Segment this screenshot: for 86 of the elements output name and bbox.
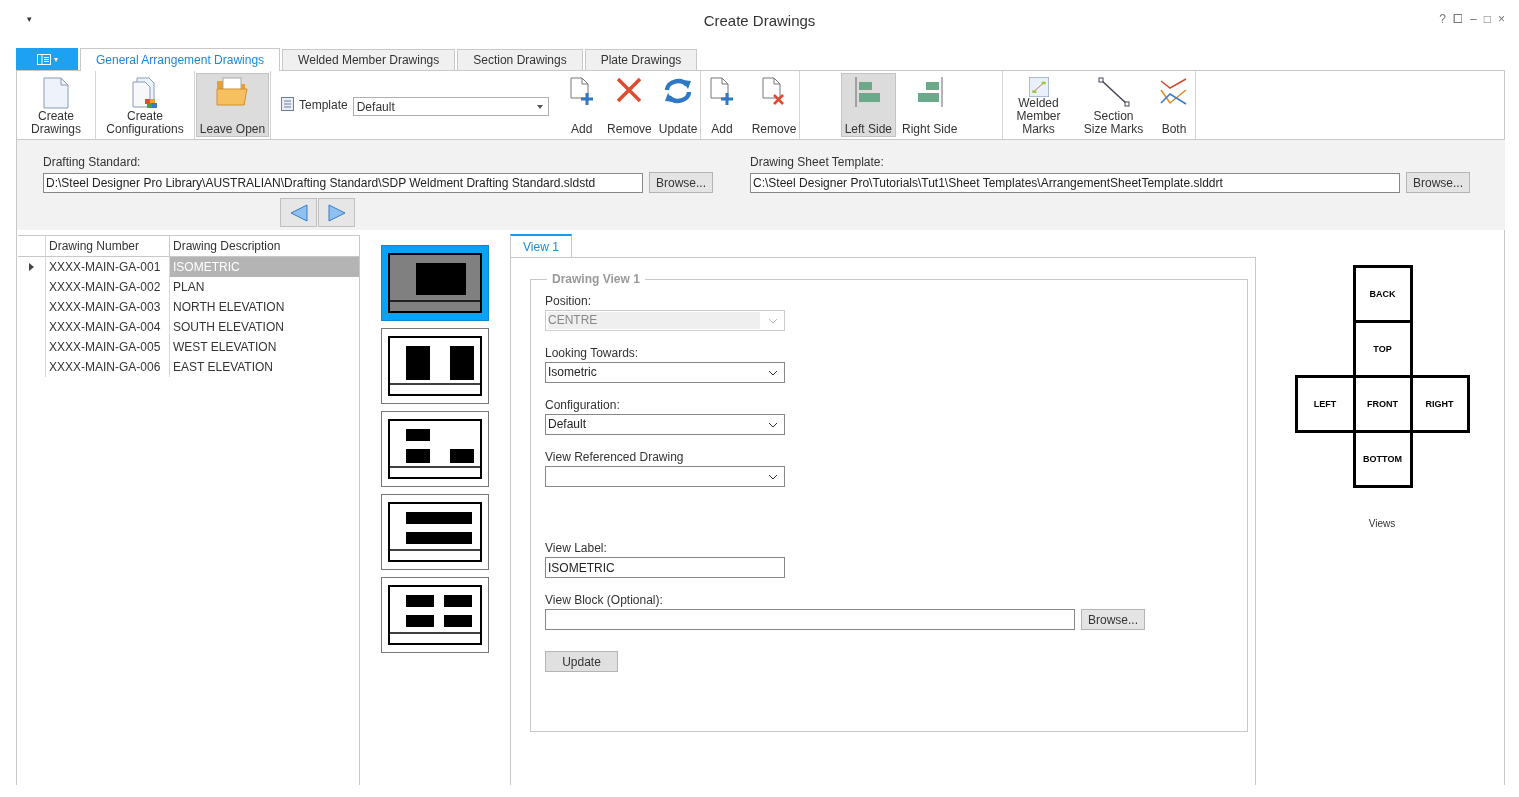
ribbon-button[interactable]: Right Side bbox=[898, 73, 962, 137]
table-cell[interactable]: SOUTH ELEVATION bbox=[170, 317, 359, 337]
layout-option[interactable] bbox=[381, 411, 489, 487]
diagonal-line-icon bbox=[1097, 77, 1130, 107]
ribbon-tab[interactable]: Welded Member Drawings bbox=[282, 49, 456, 70]
field-label: Drawing Sheet Template: bbox=[750, 155, 885, 169]
table-cell[interactable]: XXXX-MAIN-GA-005 bbox=[46, 337, 170, 357]
ribbon-button[interactable]: Add bbox=[701, 73, 743, 137]
previous-button[interactable] bbox=[280, 198, 317, 227]
view-block-field[interactable] bbox=[545, 609, 1075, 630]
layout-option[interactable] bbox=[381, 328, 489, 404]
ribbon-button[interactable]: Both bbox=[1153, 73, 1195, 137]
window-control[interactable]: ? bbox=[1439, 12, 1447, 26]
align-left-icon bbox=[855, 77, 882, 107]
align-right-icon bbox=[916, 77, 943, 107]
add-document-icon bbox=[710, 77, 734, 107]
ribbon-button[interactable]: Update bbox=[656, 73, 700, 137]
template-icon bbox=[281, 97, 294, 111]
view-face: LEFT bbox=[1294, 374, 1356, 433]
layout-option[interactable] bbox=[381, 577, 489, 653]
window-title: Create Drawings bbox=[703, 12, 816, 29]
next-button[interactable] bbox=[318, 198, 355, 227]
chevron-down-icon bbox=[768, 473, 778, 480]
table-cell[interactable]: XXXX-MAIN-GA-002 bbox=[46, 277, 170, 297]
table-cell[interactable]: PLAN bbox=[170, 277, 359, 297]
update-button[interactable]: Update bbox=[545, 651, 618, 672]
browse-button[interactable]: Browse... bbox=[649, 172, 713, 193]
window-control[interactable]: – bbox=[1470, 12, 1477, 26]
cross-icon bbox=[616, 77, 643, 103]
layout-option[interactable] bbox=[381, 245, 489, 321]
field-label: View Referenced Drawing bbox=[545, 450, 685, 464]
template-dropdown[interactable]: Default bbox=[352, 97, 549, 116]
dropdown[interactable]: Isometric bbox=[545, 362, 785, 383]
window-control[interactable]: × bbox=[1498, 12, 1505, 26]
chevron-down-icon bbox=[768, 421, 778, 428]
table-cell[interactable]: NORTH ELEVATION bbox=[170, 297, 359, 317]
dropdown[interactable]: Default bbox=[545, 414, 785, 435]
column-header[interactable]: Drawing Number bbox=[46, 236, 170, 256]
quick-access-caret[interactable]: ▾ bbox=[27, 14, 32, 24]
field-label: View Block (Optional): bbox=[545, 593, 664, 607]
ribbon-tab[interactable]: Section Drawings bbox=[457, 49, 583, 70]
template-label: Template bbox=[299, 97, 348, 113]
table-cell[interactable]: XXXX-MAIN-GA-003 bbox=[46, 297, 170, 317]
right-arrow-icon bbox=[326, 203, 347, 222]
view-face: BACK bbox=[1352, 264, 1413, 323]
layout-option[interactable] bbox=[381, 494, 489, 570]
table-cell[interactable]: XXXX-MAIN-GA-006 bbox=[46, 357, 170, 377]
field-label: Configuration: bbox=[545, 398, 621, 412]
left-arrow-icon bbox=[288, 203, 309, 222]
ribbon-button[interactable]: Section Size Marks bbox=[1078, 73, 1149, 137]
ribbon-button[interactable]: Create Configurations bbox=[101, 73, 189, 137]
ribbon-button[interactable]: Remove bbox=[604, 73, 655, 137]
browse-button[interactable]: Browse... bbox=[1406, 172, 1471, 193]
add-document-icon bbox=[569, 77, 594, 107]
chevron-down-icon bbox=[768, 317, 778, 324]
path-field[interactable]: C:\Steel Designer Pro\Tutorials\Tut1\Sheet Templates\ArrangementSheetTemplate.slddrt bbox=[750, 172, 1400, 193]
ribbon-button[interactable]: Add bbox=[560, 73, 603, 137]
table-cell[interactable]: EAST ELEVATION bbox=[170, 357, 359, 377]
ribbon-button[interactable]: Remove bbox=[749, 73, 799, 137]
ribbon-tab[interactable]: Plate Drawings bbox=[584, 49, 698, 70]
table-cell[interactable]: WEST ELEVATION bbox=[170, 337, 359, 357]
browse-button[interactable]: Browse... bbox=[1081, 609, 1145, 630]
field-label: Position: bbox=[545, 294, 593, 308]
path-field[interactable]: D:\Steel Designer Pro Library\AUSTRALIAN\Drafting Standard\SDP Weldment Drafting Standard.sldstd bbox=[43, 172, 643, 193]
group-title: Drawing View 1 bbox=[551, 272, 641, 286]
field-label: Looking Towards: bbox=[545, 346, 640, 360]
folder-icon bbox=[216, 77, 249, 107]
chevron-down-icon bbox=[768, 369, 778, 376]
remove-document-icon bbox=[762, 77, 786, 107]
panel-icon bbox=[36, 53, 51, 65]
field-label: Drafting Standard: bbox=[43, 155, 142, 169]
window-control[interactable]: □ bbox=[1483, 12, 1491, 26]
table-cell[interactable]: XXXX-MAIN-GA-004 bbox=[46, 317, 170, 337]
window-control[interactable]: ⧠ bbox=[1453, 12, 1464, 26]
ribbon-button[interactable]: Left Side bbox=[840, 73, 896, 137]
ribbon-button[interactable]: Create Drawings bbox=[17, 73, 95, 137]
views-caption: Views bbox=[1368, 518, 1396, 529]
ribbon-tab[interactable]: General Arrangement Drawings bbox=[80, 48, 281, 71]
documents-icon bbox=[131, 77, 159, 109]
field-label: View Label: bbox=[545, 541, 608, 555]
ribbon-button[interactable]: Welded Member Marks bbox=[1003, 73, 1074, 137]
view-tab[interactable]: View 1 bbox=[510, 234, 572, 257]
dropdown[interactable] bbox=[545, 466, 785, 487]
ribbon-button[interactable]: Leave Open bbox=[195, 73, 270, 137]
view-label-field[interactable]: ISOMETRIC bbox=[545, 557, 785, 578]
document-icon bbox=[43, 77, 69, 109]
